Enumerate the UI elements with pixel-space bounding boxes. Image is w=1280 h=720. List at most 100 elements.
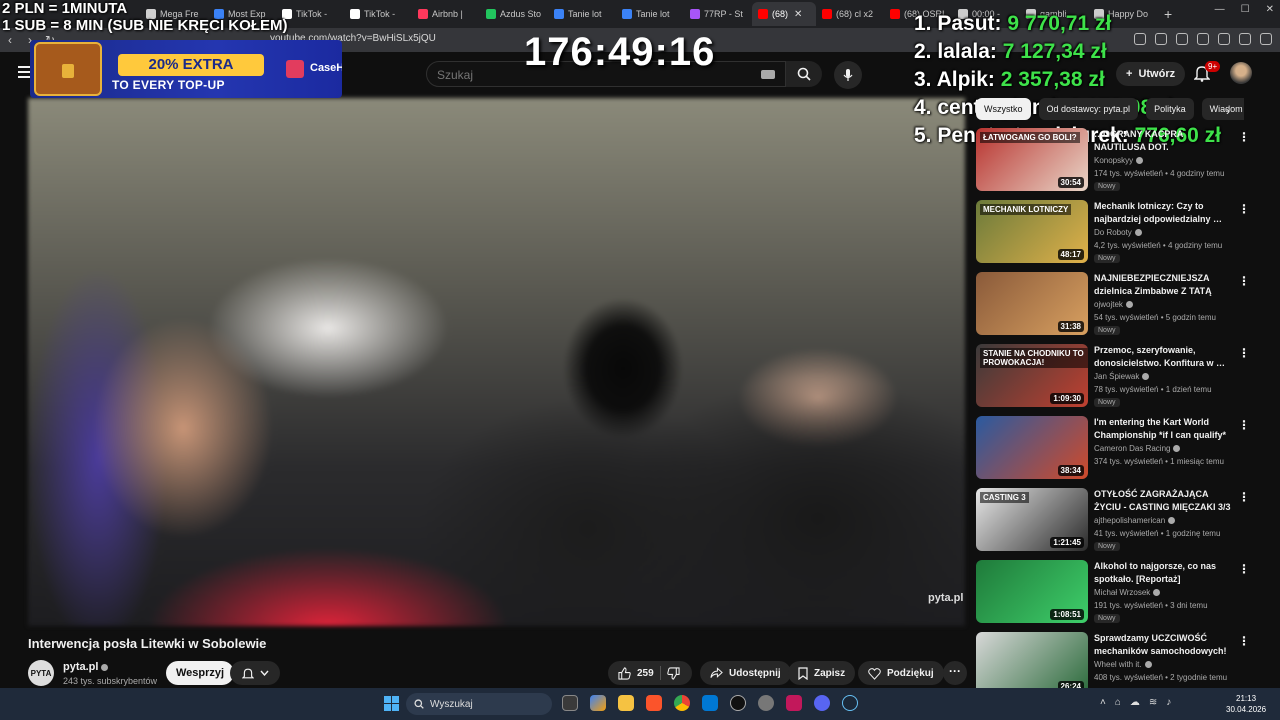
recommended-title[interactable]: Przemoc, szeryfowanie, donosicielstwo. K…: [1094, 344, 1232, 370]
thumbs-down-icon[interactable]: [666, 666, 680, 680]
steam-icon[interactable]: [842, 695, 858, 711]
recommended-channel[interactable]: Konopskyy: [1094, 156, 1144, 165]
channel-name[interactable]: pyta.pl: [63, 661, 109, 673]
recommended-title[interactable]: …OGRANY KACPRA NAUTILUSA DOT. ŁATWOGANGA…: [1094, 128, 1232, 154]
browser-tab[interactable]: (68) cl x2: [816, 2, 884, 26]
video-thumbnail[interactable]: ŁATWOGANG GO BOLI? 30:54: [976, 128, 1088, 191]
kebab-menu-icon[interactable]: ⋮: [1238, 490, 1250, 504]
settings-icon[interactable]: [758, 695, 774, 711]
chevron-up-icon[interactable]: ˄: [1100, 697, 1106, 708]
recommended-title[interactable]: Mechanik lotniczy: Czy to najbardziej od…: [1094, 200, 1232, 226]
thanks-button[interactable]: Podziękuj: [858, 661, 944, 685]
browser-tab[interactable]: Tanie lot: [616, 2, 684, 26]
discord-icon[interactable]: [814, 695, 830, 711]
search-button[interactable]: [786, 61, 822, 87]
account-avatar[interactable]: [1230, 62, 1252, 84]
recommended-channel[interactable]: ojwojtek: [1094, 300, 1133, 309]
recommended-video[interactable]: ŁATWOGANG GO BOLI? 30:54 …OGRANY KACPRA NA…: [976, 128, 1266, 192]
filter-chip[interactable]: Polityka: [1146, 98, 1194, 120]
recommended-video[interactable]: 38:34 I'm entering the Kart World Champio…: [976, 416, 1266, 480]
extension-icon[interactable]: [1239, 33, 1251, 45]
windows-start-icon[interactable]: [384, 696, 399, 711]
video-thumbnail[interactable]: 1:08:51: [976, 560, 1088, 623]
network-icon[interactable]: ⌂: [1115, 697, 1121, 708]
recommended-video[interactable]: CASTING 3 1:21:45 OTYŁOŚĆ ZAGRAŻAJĄCA ŻYCI…: [976, 488, 1266, 552]
voice-search-button[interactable]: [834, 61, 862, 89]
file-explorer-icon[interactable]: [618, 695, 634, 711]
recommended-title[interactable]: I'm entering the Kart World Championship…: [1094, 416, 1232, 442]
notifications-button[interactable]: [230, 661, 280, 685]
back-icon[interactable]: ‹: [0, 33, 20, 47]
filter-chip[interactable]: Od dostawcy: pyta.pl: [1038, 98, 1139, 120]
tab-favicon-icon: [622, 9, 632, 19]
leaderboard-rank: 5.: [914, 124, 932, 147]
recommended-title[interactable]: Sprawdzamy UCZCIWOŚĆ mechaników samochod…: [1094, 632, 1232, 658]
filter-chip[interactable]: Wszystko: [976, 98, 1031, 120]
recommended-title[interactable]: OTYŁOŚĆ ZAGRAŻAJĄCA ŻYCIU - CASTING MIĘC…: [1094, 488, 1232, 514]
support-button[interactable]: Wesprzyj: [166, 661, 235, 685]
kebab-menu-icon[interactable]: ⋮: [1238, 346, 1250, 360]
save-button[interactable]: Zapisz: [788, 661, 856, 685]
browser-tab[interactable]: Azdus Sto: [480, 2, 548, 26]
video-player[interactable]: [28, 98, 965, 626]
close-tab-icon[interactable]: ✕: [794, 9, 802, 20]
app-icon[interactable]: [730, 695, 746, 711]
like-count[interactable]: 259: [637, 668, 654, 679]
recommended-video[interactable]: STANIE NA CHODNIKU TO PROWOKACJA! 1:09:30…: [976, 344, 1266, 408]
outlook-icon[interactable]: [702, 695, 718, 711]
volume-icon[interactable]: ♪: [1166, 697, 1171, 708]
kebab-menu-icon[interactable]: ⋮: [1238, 130, 1250, 144]
recommended-video[interactable]: 26:24 Sprawdzamy UCZCIWOŚĆ mechaników sam…: [976, 632, 1266, 696]
video-thumbnail[interactable]: 31:38: [976, 272, 1088, 335]
recommended-video[interactable]: 31:38 NAJNIEBEZPIECZNIEJSZA dzielnica Zim…: [976, 272, 1266, 336]
browser-tab[interactable]: 77RP - St: [684, 2, 752, 26]
task-view-icon[interactable]: [562, 695, 578, 711]
wifi-icon[interactable]: ≋: [1149, 697, 1157, 708]
kebab-menu-icon[interactable]: ⋮: [1238, 418, 1250, 432]
donation-rate: 2 PLN = 1MINUTA: [2, 0, 128, 17]
video-thumbnail[interactable]: MECHANIK LOTNICZY 48:17: [976, 200, 1088, 263]
recommended-channel[interactable]: Michał Wrzosek: [1094, 588, 1161, 597]
maximize-icon[interactable]: ☐: [1241, 4, 1250, 15]
chrome-icon[interactable]: [674, 695, 690, 711]
extension-icon[interactable]: [1260, 33, 1272, 45]
video-thumbnail[interactable]: 38:34: [976, 416, 1088, 479]
browser-tab[interactable]: (68) ✕: [752, 2, 816, 26]
video-thumbnail[interactable]: STANIE NA CHODNIKU TO PROWOKACJA! 1:09:30: [976, 344, 1088, 407]
share-button[interactable]: Udostępnij: [700, 661, 791, 685]
video-duration: 48:17: [1057, 249, 1084, 260]
recommended-video[interactable]: MECHANIK LOTNICZY 48:17 Mechanik lotniczy:…: [976, 200, 1266, 264]
recommended-meta: 54 tys. wyświetleń • 5 godzin temu: [1094, 313, 1216, 322]
filter-chip[interactable]: Wiadom: [1201, 98, 1244, 120]
browser-tab[interactable]: TikTok -: [344, 2, 412, 26]
recommended-channel[interactable]: Do Roboty: [1094, 228, 1142, 237]
cloud-icon[interactable]: ☁: [1130, 697, 1140, 708]
recommended-title[interactable]: Alkohol to najgorsze, co nas spotkało. […: [1094, 560, 1232, 586]
recommended-channel[interactable]: Cameron Das Racing: [1094, 444, 1181, 453]
channel-avatar[interactable]: PYTA: [28, 660, 54, 686]
brave-alt-icon[interactable]: [786, 695, 802, 711]
kebab-menu-icon[interactable]: ⋮: [1238, 634, 1250, 648]
recommended-channel[interactable]: Jan Śpiewak: [1094, 372, 1150, 381]
copilot-icon[interactable]: [590, 695, 606, 711]
close-window-icon[interactable]: ✕: [1266, 4, 1274, 15]
thumbs-up-icon[interactable]: [618, 666, 631, 680]
kebab-menu-icon[interactable]: ⋮: [1238, 562, 1250, 576]
recommended-channel[interactable]: ajthepolishamerican: [1094, 516, 1176, 525]
video-thumbnail[interactable]: 26:24: [976, 632, 1088, 695]
more-actions-icon[interactable]: ···: [943, 661, 967, 685]
clock[interactable]: 21:13 30.04.2026: [1226, 693, 1266, 715]
recommended-channel[interactable]: Wheel with it.: [1094, 660, 1152, 669]
taskbar-search[interactable]: Wyszukaj: [406, 693, 552, 715]
recommended-video[interactable]: 1:08:51 Alkohol to najgorsze, co nas spot…: [976, 560, 1266, 624]
brave-icon[interactable]: [646, 695, 662, 711]
browser-tab[interactable]: Airbnb |: [412, 2, 480, 26]
recommended-title[interactable]: NAJNIEBEZPIECZNIEJSZA dzielnica Zimbabwe…: [1094, 272, 1232, 298]
video-thumbnail[interactable]: CASTING 3 1:21:45: [976, 488, 1088, 551]
browser-tab[interactable]: Tanie lot: [548, 2, 616, 26]
kebab-menu-icon[interactable]: ⋮: [1238, 274, 1250, 288]
kebab-menu-icon[interactable]: ⋮: [1238, 202, 1250, 216]
keyboard-icon[interactable]: [761, 70, 775, 79]
chevron-right-icon[interactable]: ›: [1226, 104, 1230, 118]
ad-banner[interactable]: 20% EXTRA TO EVERY TOP-UP CaseHug: [30, 40, 342, 98]
